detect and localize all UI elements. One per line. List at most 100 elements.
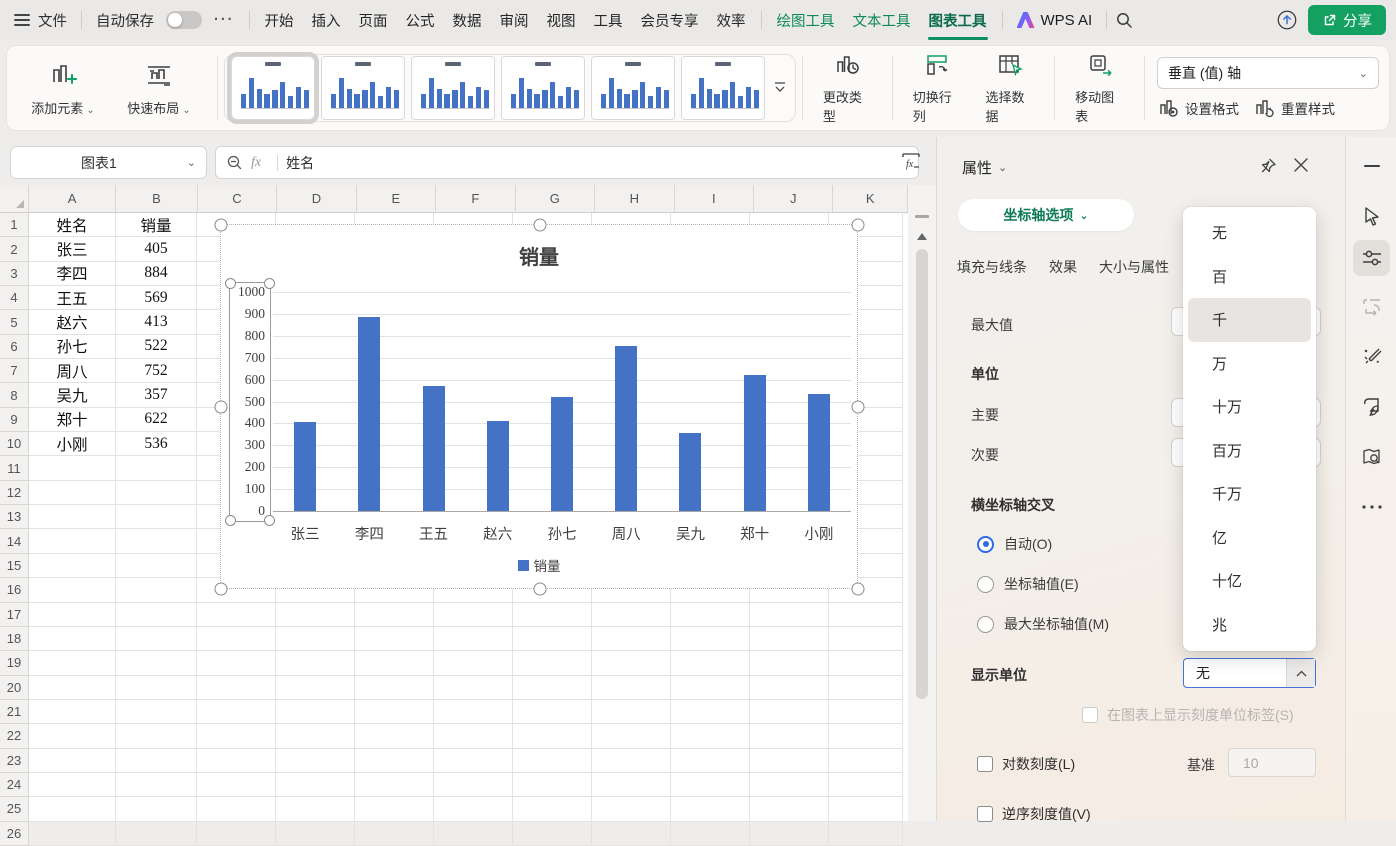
chart-element-select[interactable]: 垂直 (值) 轴 ⌄	[1157, 57, 1379, 89]
grid-cell[interactable]	[671, 822, 750, 846]
search-icon[interactable]	[1113, 9, 1135, 31]
grid-cell[interactable]	[29, 773, 116, 797]
grid-cell[interactable]	[592, 627, 671, 651]
zoom-formula-icon[interactable]	[226, 154, 243, 171]
row-header[interactable]: 7	[0, 359, 29, 383]
grid-cell[interactable]	[276, 822, 355, 846]
grid-cell[interactable]	[513, 797, 592, 821]
close-panel-icon[interactable]	[1293, 157, 1309, 173]
selection-handle[interactable]	[534, 583, 547, 596]
vertical-scrollbar[interactable]	[908, 185, 936, 821]
chart-bar[interactable]	[294, 422, 316, 511]
grid-cell[interactable]	[671, 676, 750, 700]
grid-cell[interactable]	[116, 676, 197, 700]
grid-cell[interactable]	[116, 603, 197, 627]
dropdown-item[interactable]: 千万	[1188, 472, 1311, 516]
grid-cell[interactable]	[829, 627, 903, 651]
grid-cell[interactable]	[829, 724, 903, 748]
grid-cell[interactable]	[434, 797, 513, 821]
quick-layout-button[interactable]: 快速布局⌄	[111, 60, 207, 117]
grid-cell[interactable]	[355, 676, 434, 700]
autosave-toggle[interactable]	[166, 11, 202, 29]
grid-cell[interactable]	[29, 554, 116, 578]
gallery-expand-button[interactable]	[771, 60, 789, 116]
grid-cell[interactable]	[513, 651, 592, 675]
column-header[interactable]: F	[436, 185, 515, 212]
column-header[interactable]: B	[116, 185, 197, 212]
chart-bar[interactable]	[423, 386, 445, 511]
move-chart-button[interactable]: 移动图表	[1065, 51, 1134, 125]
properties-tool-icon[interactable]	[1361, 247, 1383, 269]
more-options-icon[interactable]: ···	[206, 12, 243, 28]
grid-cell[interactable]	[276, 603, 355, 627]
grid-cell[interactable]	[355, 700, 434, 724]
grid-cell[interactable]	[829, 773, 903, 797]
panel-tab[interactable]: 填充与线条	[957, 257, 1027, 277]
add-element-button[interactable]: 添加元素⌄	[15, 60, 111, 117]
grid-cell[interactable]	[355, 797, 434, 821]
grid-cell[interactable]	[750, 749, 829, 773]
wps-ai-button[interactable]: WPS AI	[1009, 12, 1101, 29]
cursor-tool-icon[interactable]	[1362, 206, 1382, 226]
name-box-dropdown-icon[interactable]: ⌄	[187, 156, 196, 169]
grid-cell[interactable]	[276, 724, 355, 748]
selection-handle[interactable]	[534, 219, 547, 232]
grid-cell[interactable]	[434, 676, 513, 700]
row-header[interactable]: 8	[0, 383, 29, 407]
grid-cell[interactable]	[829, 603, 903, 627]
dropdown-item[interactable]: 万	[1188, 342, 1311, 386]
grid-cell[interactable]: 405	[116, 237, 197, 261]
column-header[interactable]: I	[675, 185, 754, 212]
chart-style-thumbnail[interactable]	[231, 56, 315, 120]
grid-cell[interactable]	[197, 773, 276, 797]
chart-bar[interactable]	[615, 346, 637, 511]
fx-icon[interactable]: fx	[251, 155, 261, 171]
grid-cell[interactable]	[434, 749, 513, 773]
grid-cell[interactable]	[513, 749, 592, 773]
grid-cell[interactable]	[116, 749, 197, 773]
grid-cell[interactable]	[116, 456, 197, 480]
row-header[interactable]: 9	[0, 408, 29, 432]
grid-cell[interactable]	[355, 651, 434, 675]
chart-bar[interactable]	[679, 433, 701, 511]
grid-cell[interactable]	[197, 651, 276, 675]
grid-cell[interactable]	[671, 627, 750, 651]
grid-cell[interactable]	[197, 724, 276, 748]
menu-item[interactable]: 数据	[444, 10, 491, 31]
grid-cell[interactable]	[29, 724, 116, 748]
grid-cell[interactable]: 郑十	[29, 408, 116, 432]
grid-cell[interactable]	[434, 773, 513, 797]
grid-cell[interactable]: 536	[116, 432, 197, 456]
grid-cell[interactable]	[829, 676, 903, 700]
column-header[interactable]: C	[198, 185, 277, 212]
grid-cell[interactable]: 413	[116, 310, 197, 334]
grid-cell[interactable]	[592, 651, 671, 675]
log-scale-checkbox[interactable]: 对数刻度(L)	[977, 754, 1075, 774]
grid-cell[interactable]	[750, 822, 829, 846]
reset-style-button[interactable]: 重置样式	[1253, 97, 1335, 119]
dropdown-item[interactable]: 亿	[1188, 516, 1311, 560]
row-header[interactable]: 10	[0, 432, 29, 456]
display-unit-combobox[interactable]: 无	[1183, 658, 1316, 688]
dropdown-item[interactable]: 十亿	[1188, 559, 1311, 603]
magic-wand-icon[interactable]	[1361, 345, 1383, 367]
row-header[interactable]: 20	[0, 676, 29, 700]
grid-cell[interactable]	[29, 529, 116, 553]
select-data-button[interactable]: 选择数据	[975, 51, 1044, 125]
grid-cell[interactable]	[29, 749, 116, 773]
grid-cell[interactable]	[197, 822, 276, 846]
formula-input[interactable]: fx 姓名	[215, 146, 919, 179]
grid-cell[interactable]: 569	[116, 286, 197, 310]
panel-title[interactable]: 属性 ⌄	[962, 157, 1007, 178]
row-header[interactable]: 18	[0, 627, 29, 651]
grid-cell[interactable]	[29, 651, 116, 675]
grid-cell[interactable]	[434, 700, 513, 724]
dropdown-item[interactable]: 百万	[1188, 429, 1311, 473]
chart-style-thumbnail[interactable]	[681, 56, 765, 120]
grid-cell[interactable]	[355, 749, 434, 773]
share-button[interactable]: 分享	[1308, 5, 1386, 35]
dropdown-item[interactable]: 百	[1188, 255, 1311, 299]
grid-cell[interactable]	[116, 505, 197, 529]
grid-cell[interactable]	[116, 627, 197, 651]
grid-cell[interactable]	[513, 724, 592, 748]
